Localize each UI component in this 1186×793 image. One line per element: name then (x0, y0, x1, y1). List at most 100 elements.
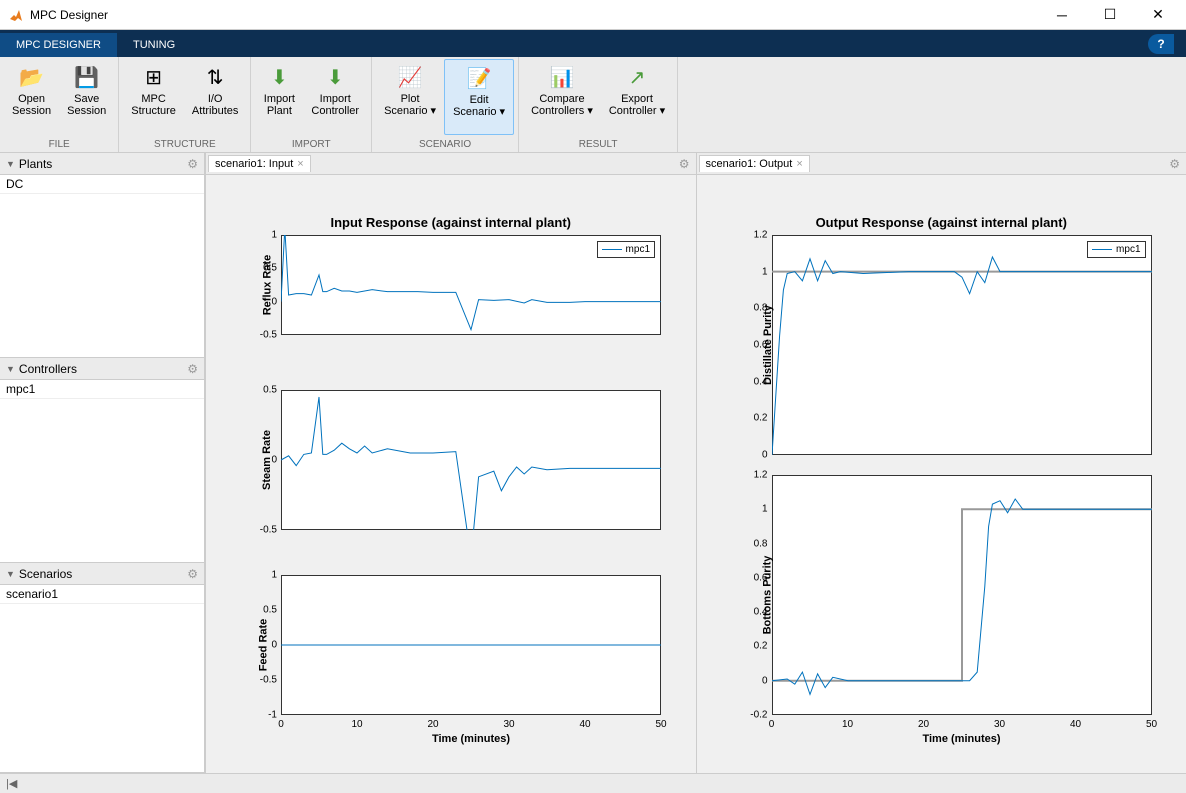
x-tick: 50 (1146, 719, 1157, 730)
controller-item[interactable]: mpc1 (0, 380, 204, 399)
close-tab-icon[interactable]: × (796, 158, 802, 170)
matlab-logo-icon (8, 7, 24, 23)
compare-controllers-button[interactable]: 📊CompareControllers ▾ (523, 59, 601, 135)
y-tick: 0.2 (754, 641, 768, 652)
chart-axes: Feed Rate-1-0.500.5101020304050Time (min… (281, 575, 661, 715)
x-tick: 0 (278, 719, 284, 730)
y-tick: 1 (271, 570, 277, 581)
group-label-structure: STRUCTURE (119, 137, 250, 152)
compare-icon: 📊 (550, 63, 575, 91)
statusbar-back-icon[interactable]: |◀ (6, 777, 17, 790)
plant-item[interactable]: DC (0, 175, 204, 194)
y-tick: 0.5 (263, 263, 277, 274)
x-tick: 30 (994, 719, 1005, 730)
group-label-result: RESULT (519, 137, 677, 152)
gear-icon[interactable]: ⚙ (187, 567, 198, 581)
gear-icon[interactable]: ⚙ (187, 362, 198, 376)
close-button[interactable]: ✕ (1138, 1, 1178, 29)
maximize-button[interactable]: ☐ (1090, 1, 1130, 29)
y-tick: 0.6 (754, 572, 768, 583)
titlebar: MPC Designer ─ ☐ ✕ (0, 0, 1186, 30)
collapse-icon: ▼ (6, 569, 15, 579)
tab-mpc-designer[interactable]: MPC DESIGNER (0, 33, 117, 57)
sidebar: ▼Plants⚙ DC ▼Controllers⚙ mpc1 ▼Scenario… (0, 153, 205, 773)
ribbon-tabs: MPC DESIGNER TUNING ? (0, 30, 1186, 57)
plot-icon: 📈 (398, 63, 423, 91)
y-tick: 1 (762, 504, 768, 515)
y-tick: 1.2 (754, 470, 768, 481)
y-tick: 0 (271, 296, 277, 307)
y-tick: -0.2 (750, 710, 767, 721)
tab-scenario1-output[interactable]: scenario1: Output× (699, 155, 810, 172)
import-plant-button[interactable]: ⬇ImportPlant (255, 59, 303, 135)
y-tick: 0.5 (263, 605, 277, 616)
export-controller-button[interactable]: ↗ExportController ▾ (601, 59, 673, 135)
tab-tuning[interactable]: TUNING (117, 33, 191, 57)
chart-axes: Reflux Rate-0.500.51mpc1 (281, 235, 661, 335)
group-label-file: FILE (0, 137, 118, 152)
x-tick: 30 (503, 719, 514, 730)
tab-scenario1-input[interactable]: scenario1: Input× (208, 155, 311, 172)
data-line (281, 397, 661, 530)
x-tick: 20 (427, 719, 438, 730)
y-tick: 0.4 (754, 376, 768, 387)
close-tab-icon[interactable]: × (297, 158, 303, 170)
x-axis-label: Time (minutes) (772, 733, 1152, 745)
x-tick: 10 (351, 719, 362, 730)
y-tick: -0.5 (260, 675, 277, 686)
y-tick: 1 (271, 230, 277, 241)
collapse-icon: ▼ (6, 159, 15, 169)
x-tick: 10 (842, 719, 853, 730)
x-tick: 40 (579, 719, 590, 730)
scenarios-panel-header[interactable]: ▼Scenarios⚙ (0, 563, 204, 585)
minimize-button[interactable]: ─ (1042, 1, 1082, 29)
x-tick: 20 (918, 719, 929, 730)
y-tick: 0.8 (754, 538, 768, 549)
y-tick: 0 (762, 675, 768, 686)
y-tick: 0.6 (754, 340, 768, 351)
scenario-item[interactable]: scenario1 (0, 585, 204, 604)
open-session-button[interactable]: 📂OpenSession (4, 59, 59, 135)
chart-axes: Distillate Purity00.20.40.60.811.2mpc1 (772, 235, 1152, 455)
y-tick: -1 (268, 710, 277, 721)
io-icon: ⇅ (207, 63, 224, 91)
chart-title: Output Response (against internal plant) (697, 215, 1186, 230)
y-axis-label: Feed Rate (257, 619, 269, 672)
import-controller-button[interactable]: ⬇ImportController (303, 59, 367, 135)
save-session-button[interactable]: 💾SaveSession (59, 59, 114, 135)
group-label-scenario: SCENARIO (372, 137, 518, 152)
y-tick: -0.5 (260, 525, 277, 536)
plot-scenario-button[interactable]: 📈PlotScenario ▾ (376, 59, 444, 135)
chart-legend: mpc1 (597, 241, 655, 258)
y-tick: -0.5 (260, 330, 277, 341)
io-attributes-button[interactable]: ⇅I/OAttributes (184, 59, 246, 135)
gear-icon[interactable]: ⚙ (187, 157, 198, 171)
x-tick: 0 (769, 719, 775, 730)
y-tick: 0.5 (263, 385, 277, 396)
input-plot-pane: scenario1: Input× ⚙ Input Response (agai… (205, 153, 696, 773)
x-tick: 50 (655, 719, 666, 730)
chart-title: Input Response (against internal plant) (206, 215, 696, 230)
export-icon: ↗ (629, 63, 646, 91)
plants-panel-header[interactable]: ▼Plants⚙ (0, 153, 204, 175)
controllers-panel-header[interactable]: ▼Controllers⚙ (0, 358, 204, 380)
help-icon[interactable]: ? (1148, 34, 1174, 54)
y-tick: 0 (271, 640, 277, 651)
edit-scenario-button[interactable]: 📝EditScenario ▾ (444, 59, 514, 135)
y-tick: 0.8 (754, 303, 768, 314)
edit-icon: 📝 (467, 64, 492, 92)
y-tick: 0 (762, 450, 768, 461)
gear-icon[interactable]: ⚙ (1169, 157, 1180, 171)
statusbar: |◀ (0, 773, 1186, 793)
group-label-import: IMPORT (251, 137, 371, 152)
import-plant-icon: ⬇ (271, 63, 288, 91)
chart-axes: Steam Rate-0.500.5 (281, 390, 661, 530)
structure-icon: ⊞ (145, 63, 162, 91)
import-controller-icon: ⬇ (327, 63, 344, 91)
x-tick: 40 (1070, 719, 1081, 730)
y-tick: 1.2 (754, 230, 768, 241)
data-line (772, 257, 1152, 455)
x-axis-label: Time (minutes) (281, 733, 661, 745)
gear-icon[interactable]: ⚙ (679, 157, 690, 171)
mpc-structure-button[interactable]: ⊞MPCStructure (123, 59, 184, 135)
